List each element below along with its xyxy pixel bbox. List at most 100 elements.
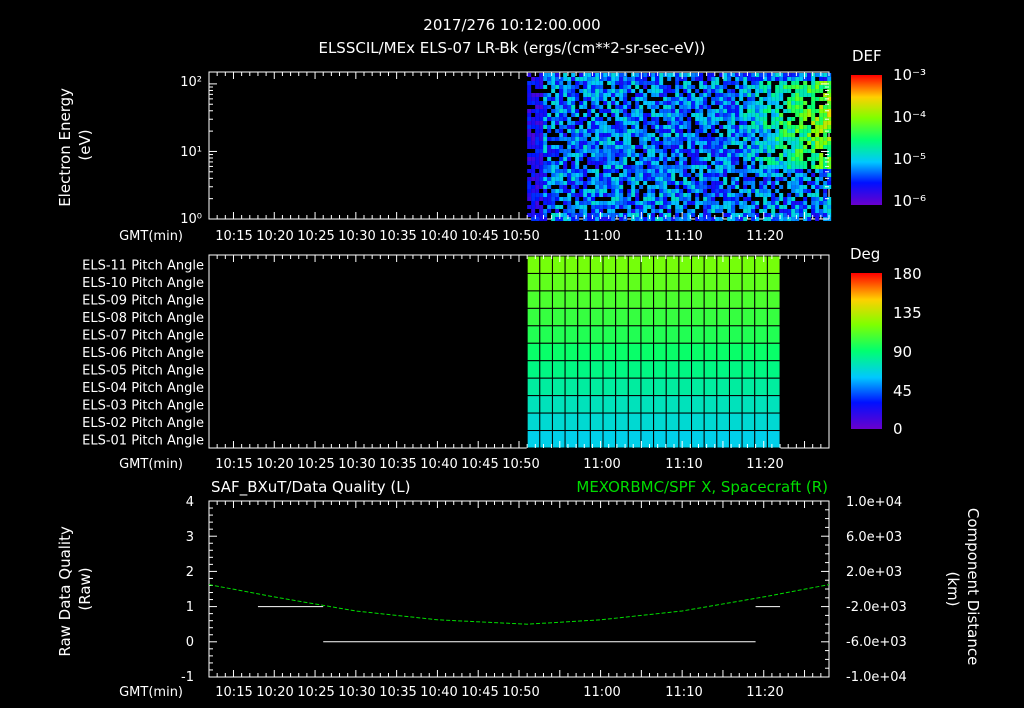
spectrogram-cell — [715, 121, 720, 125]
spectrogram-cell — [727, 105, 732, 109]
spectrogram-cell — [703, 89, 708, 93]
spectrogram-cell — [703, 173, 708, 177]
spectrogram-cell — [635, 197, 640, 201]
spectrogram-cell — [611, 201, 616, 205]
spectrogram-cell — [635, 165, 640, 169]
spectrogram-cell — [571, 209, 576, 213]
spectrogram-cell — [587, 109, 592, 113]
spectrogram-cell — [779, 153, 784, 157]
spectrogram-cell — [791, 141, 796, 145]
spectrogram-cell — [731, 201, 736, 205]
spectrogram-cell — [779, 97, 784, 101]
spectrogram-cell — [699, 189, 704, 193]
spectrogram-cell — [759, 169, 764, 173]
distance-ytick: 6.0e+03 — [846, 530, 902, 545]
spectrogram-cell — [667, 101, 672, 105]
spectrogram-cell — [567, 101, 572, 105]
spectrogram-cell — [587, 97, 592, 101]
spectrogram-cell — [811, 93, 816, 97]
spectrogram-cell — [563, 125, 568, 129]
spectrogram-cell — [663, 137, 668, 141]
spectrogram-cell — [635, 181, 640, 185]
spectrogram-cell — [635, 169, 640, 173]
spectrogram-cell — [763, 85, 768, 89]
pitch-cell — [577, 342, 591, 362]
spectrogram-cell — [767, 201, 772, 205]
spectrogram-cell — [531, 213, 536, 217]
pitch-cell — [678, 360, 693, 379]
spectrogram-cell — [531, 133, 536, 137]
spectrogram-cell — [731, 161, 736, 165]
spectrogram-cell — [787, 101, 792, 105]
spectrogram-cell — [691, 85, 696, 89]
spectrogram-cell — [803, 113, 808, 117]
spectrogram-cell — [719, 117, 724, 121]
spectrogram-cell — [679, 117, 684, 121]
pitch-cell — [728, 325, 743, 344]
spectrogram-cell — [571, 133, 576, 137]
spectrogram-cell — [639, 169, 644, 173]
spectrogram-cell — [715, 81, 720, 85]
spectrogram-cell — [759, 189, 764, 193]
spectrogram-cell — [683, 185, 688, 189]
spectrogram-cell — [735, 169, 740, 173]
spectrogram-cell — [679, 125, 684, 129]
pitch-cell — [526, 395, 541, 414]
spectrogram-cell — [579, 213, 584, 217]
pitch-cell — [551, 395, 566, 414]
spectrogram-cell — [723, 149, 728, 153]
spectrogram-cell — [615, 89, 620, 93]
spectrogram-cell — [675, 141, 680, 145]
spectrogram-cell — [675, 213, 680, 217]
spectrogram-cell — [543, 109, 548, 113]
spectrogram-cell — [815, 109, 820, 113]
deg-colorbar-tick-0: 0 — [893, 420, 903, 438]
spectrogram-cell — [727, 201, 732, 205]
spectrogram-cell — [723, 157, 728, 161]
spectrogram-cell — [551, 77, 556, 81]
spectrogram-cell — [747, 181, 752, 185]
spectrogram-cell — [547, 209, 552, 213]
spectrogram-cell — [615, 185, 620, 189]
spectrogram-cell — [571, 169, 576, 173]
spectrogram-cell — [527, 109, 532, 113]
spectrogram-cell — [755, 169, 760, 173]
spectrogram-cell — [807, 89, 812, 93]
spectrogram-cell — [555, 181, 560, 185]
spectrogram-cell — [803, 125, 808, 129]
pitch-cell — [703, 342, 718, 362]
pitch-cell — [766, 325, 781, 344]
spectrogram-cell — [823, 181, 828, 185]
spectrogram-cell — [751, 101, 756, 105]
spectrogram-cell — [575, 193, 580, 197]
spectrogram-cell — [827, 125, 832, 129]
spectrogram-cell — [751, 105, 756, 109]
spectrogram-cell — [555, 129, 560, 133]
spectrogram-cell — [659, 217, 664, 221]
spectrogram-cell — [531, 157, 536, 161]
spectrogram-cell — [575, 93, 580, 97]
spectrogram-cell — [735, 105, 740, 109]
spectrogram-cell — [591, 197, 596, 201]
spectrogram-cell — [623, 85, 628, 89]
spectrogram-cell — [683, 109, 688, 113]
spectrogram-cell — [827, 89, 832, 93]
spectrogram-cell — [595, 209, 600, 213]
spectrogram-cell — [811, 81, 816, 85]
spectrogram-cell — [547, 117, 552, 121]
spectrogram-cell — [735, 157, 740, 161]
spectrogram-cell — [651, 125, 656, 129]
spectrogram-cell — [739, 85, 744, 89]
spectrogram-cell — [815, 205, 820, 209]
spectrogram-cell — [583, 165, 588, 169]
spectrogram-cell — [691, 141, 696, 145]
spectrogram-cell — [819, 145, 824, 149]
spectrogram-cell — [611, 129, 616, 133]
spectrogram-cell — [683, 161, 688, 165]
spectrogram-cell — [643, 73, 648, 77]
pitch-cell — [766, 360, 781, 379]
spectrogram-cell — [699, 129, 704, 133]
pitch-cell — [577, 272, 591, 292]
spectrogram-cell — [659, 93, 664, 97]
spectrogram-cell — [571, 181, 576, 185]
